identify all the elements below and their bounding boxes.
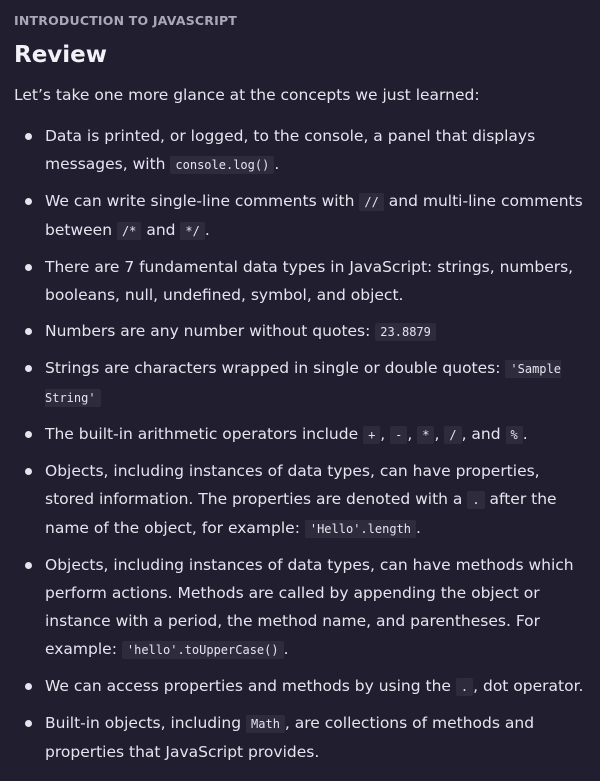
intro-text: Let’s take one more glance at the concep… bbox=[14, 86, 480, 104]
inline-code: /* bbox=[116, 222, 142, 240]
inline-code: console.log() bbox=[170, 156, 275, 174]
list-item: Numbers are any number without quotes: 2… bbox=[14, 317, 586, 346]
inline-code: % bbox=[505, 426, 523, 444]
list-item: We can access properties and methods by … bbox=[14, 672, 586, 701]
page-title: Review bbox=[14, 42, 108, 68]
inline-code: - bbox=[390, 426, 408, 444]
inline-code: . bbox=[455, 678, 474, 696]
inline-code: Math bbox=[246, 715, 285, 733]
list-item: Built-in objects, including Math, are co… bbox=[14, 709, 586, 766]
list-item: The built-in arithmetic operators includ… bbox=[14, 420, 586, 449]
review-list: Data is printed, or logged, to the conso… bbox=[14, 122, 586, 766]
course-eyebrow: INTRODUCTION TO JAVASCRIPT bbox=[14, 13, 238, 28]
inline-code: + bbox=[363, 426, 381, 444]
inline-code: * bbox=[417, 426, 435, 444]
inline-code: 'hello'.toUpperCase() bbox=[121, 641, 284, 659]
list-item: Objects, including instances of data typ… bbox=[14, 457, 586, 543]
inline-code: / bbox=[444, 426, 462, 444]
list-item: Objects, including instances of data typ… bbox=[14, 551, 586, 664]
list-item: We can write single-line comments with /… bbox=[14, 187, 586, 245]
inline-code: // bbox=[359, 193, 384, 211]
inline-code: . bbox=[467, 491, 485, 509]
lesson-review-panel: INTRODUCTION TO JAVASCRIPT Review Let’s … bbox=[0, 0, 600, 766]
inline-code: */ bbox=[180, 222, 205, 240]
list-item: Strings are characters wrapped in single… bbox=[14, 354, 586, 412]
list-item: There are 7 fundamental data types in Ja… bbox=[14, 253, 586, 309]
inline-code: 'Hello'.length bbox=[304, 520, 416, 538]
inline-code: 23.8879 bbox=[375, 323, 436, 341]
list-item: Data is printed, or logged, to the conso… bbox=[14, 122, 586, 179]
